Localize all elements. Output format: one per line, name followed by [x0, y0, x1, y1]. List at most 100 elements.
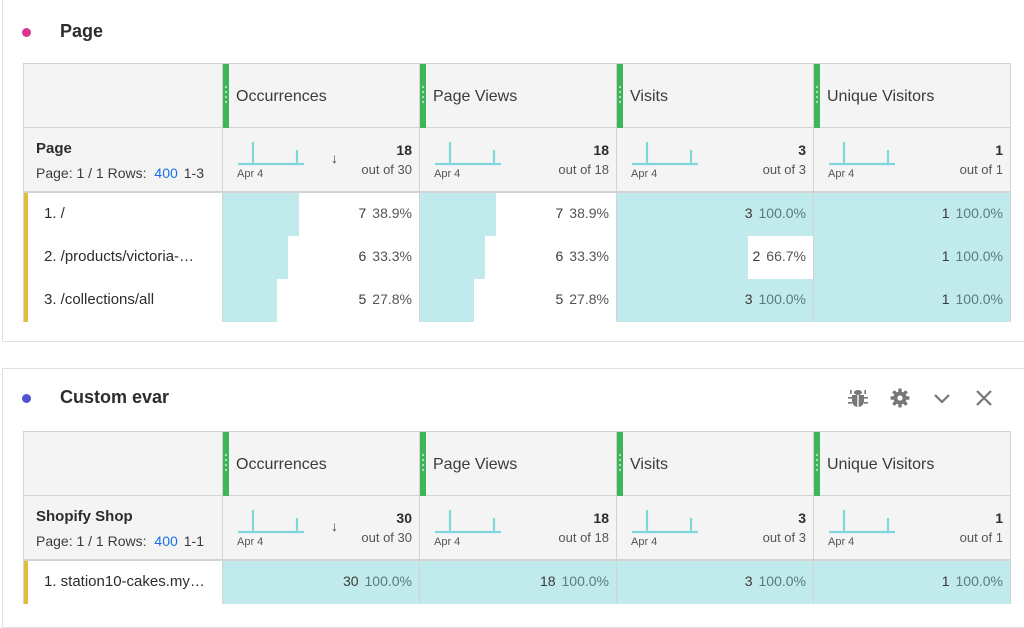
metric-cell[interactable]: 3 100.0%: [616, 561, 813, 604]
sort-desc-icon[interactable]: ↓: [331, 150, 338, 166]
metric-out-of: out of 18: [558, 162, 609, 177]
pager: Page: 1 / 1 Rows: 400 1-1: [36, 533, 204, 549]
sparkline: [829, 510, 895, 534]
sparkline: [238, 510, 304, 534]
metric-count: 3: [744, 573, 753, 589]
metric-percent: 100.0%: [955, 291, 1003, 307]
metric-total: 1: [995, 142, 1003, 158]
summary-row: Page Page: 1 / 1 Rows: 400 1-3 Apr 4 ↓ 18…: [24, 128, 1010, 192]
metric-value: 7 38.9%: [359, 205, 413, 221]
table-row[interactable]: 3. /collections/all 5 27.8% 5 27.8% 3 100.0…: [24, 278, 1010, 322]
drag-handle-icon[interactable]: [223, 64, 229, 128]
metric-cell[interactable]: 6 33.3%: [419, 236, 616, 279]
metric-total: 1: [995, 510, 1003, 526]
metric-cell[interactable]: 2 66.7%: [616, 236, 813, 279]
freeform-panel-custom-evar: Custom evar Occurrences Page Views Visit…: [2, 368, 1024, 628]
sparkline: [435, 142, 501, 166]
metric-cell[interactable]: 6 33.3%: [222, 236, 419, 279]
table-row[interactable]: 2. /products/victoria-… 6 33.3% 6 33.3% 26…: [24, 235, 1010, 279]
metric-header-occurrences[interactable]: Occurrences: [222, 64, 419, 128]
drag-handle-icon[interactable]: [617, 432, 623, 496]
metric-value: 18 100.0%: [540, 573, 609, 589]
drag-handle-icon[interactable]: [814, 64, 820, 128]
sparkline-date: Apr 4: [828, 536, 855, 548]
percent-bar: [617, 236, 748, 279]
metric-out-of: out of 30: [361, 530, 412, 545]
table-body: 1. / 7 38.9% 7 38.9% 3 100.0% 1 100.0% 2. /p…: [24, 192, 1010, 322]
summary-cell: Apr 4 3 out of 3: [616, 128, 813, 192]
table-row[interactable]: 1. / 7 38.9% 7 38.9% 3 100.0% 1 100.0%: [24, 192, 1010, 236]
metric-header-unique-visitors[interactable]: Unique Visitors: [813, 432, 1010, 496]
metric-count: 1: [941, 205, 950, 221]
dimension-name: Shopify Shop: [36, 508, 133, 525]
metric-total: 3: [798, 510, 806, 526]
metric-cell[interactable]: 3 100.0%: [616, 193, 813, 236]
metric-count: 3: [744, 291, 753, 307]
metric-cell[interactable]: 5 27.8%: [419, 279, 616, 322]
metric-header-occurrences[interactable]: Occurrences: [222, 432, 419, 496]
metric-header-page-views[interactable]: Page Views: [419, 64, 616, 128]
metric-value: 6 33.3%: [556, 248, 610, 264]
metric-count: 18: [539, 573, 556, 589]
drag-handle-icon[interactable]: [223, 432, 229, 496]
metric-percent: 100.0%: [955, 205, 1003, 221]
drag-handle-icon[interactable]: [617, 64, 623, 128]
sparkline: [435, 510, 501, 534]
close-icon[interactable]: [971, 387, 997, 409]
panel-color-dot: [22, 28, 31, 37]
metric-value: 2 66.7%: [753, 248, 807, 264]
sparkline: [632, 142, 698, 166]
rows-per-page-link[interactable]: 400: [154, 165, 177, 181]
metric-header-unique-visitors[interactable]: Unique Visitors: [813, 64, 1010, 128]
gear-icon[interactable]: [887, 387, 913, 409]
metric-count: 6: [555, 248, 564, 264]
metric-name: Unique Visitors: [827, 88, 935, 105]
bug-icon[interactable]: [845, 387, 871, 409]
row-dimension-item[interactable]: 1. /: [24, 193, 222, 236]
metric-value: 1 100.0%: [942, 573, 1003, 589]
chevron-down-icon[interactable]: [929, 387, 955, 409]
rows-per-page-link[interactable]: 400: [154, 533, 177, 549]
metric-cell[interactable]: 1 100.0%: [813, 236, 1010, 279]
drag-handle-icon[interactable]: [420, 64, 426, 128]
summary-cell: Apr 4 18 out of 18: [419, 496, 616, 560]
metric-cell[interactable]: 1 100.0%: [813, 279, 1010, 322]
metric-count: 3: [744, 205, 753, 221]
metric-value: 5 27.8%: [359, 291, 413, 307]
row-range: 1-1: [183, 533, 204, 549]
dimension-header: Page Page: 1 / 1 Rows: 400 1-3: [24, 128, 222, 192]
panel-title: Custom evar: [60, 387, 170, 407]
summary-cell: Apr 4 3 out of 3: [616, 496, 813, 560]
metric-header-visits[interactable]: Visits: [616, 432, 813, 496]
row-dimension-item[interactable]: 1. station10-cakes.my…: [24, 561, 222, 604]
sort-desc-icon[interactable]: ↓: [331, 518, 338, 534]
metric-cell[interactable]: 1 100.0%: [813, 193, 1010, 236]
pager: Page: 1 / 1 Rows: 400 1-3: [36, 165, 204, 181]
metric-header-row: Occurrences Page Views Visits Unique Vis…: [24, 432, 1010, 496]
metric-cell[interactable]: 3 100.0%: [616, 279, 813, 322]
metric-cell[interactable]: 18 100.0%: [419, 561, 616, 604]
summary-cell: Apr 4 ↓ 30 out of 30: [222, 496, 419, 560]
row-dimension-item[interactable]: 3. /collections/all: [24, 279, 222, 322]
metric-value: 30 100.0%: [343, 573, 412, 589]
metric-count: 5: [358, 291, 367, 307]
drag-handle-icon[interactable]: [814, 432, 820, 496]
row-label: 1. station10-cakes.my…: [44, 573, 205, 590]
row-dimension-item[interactable]: 2. /products/victoria-…: [24, 236, 222, 279]
metric-percent: 100.0%: [561, 573, 609, 589]
metric-cell[interactable]: 7 38.9%: [419, 193, 616, 236]
sparkline-date: Apr 4: [237, 168, 264, 180]
metric-header-visits[interactable]: Visits: [616, 64, 813, 128]
metric-percent: 66.7%: [766, 248, 806, 264]
metric-cell[interactable]: 30 100.0%: [222, 561, 419, 604]
metric-percent: 38.9%: [569, 205, 609, 221]
drag-handle-icon[interactable]: [420, 432, 426, 496]
metric-cell[interactable]: 1 100.0%: [813, 561, 1010, 604]
metric-cell[interactable]: 5 27.8%: [222, 279, 419, 322]
metric-percent: 27.8%: [569, 291, 609, 307]
metric-total: 18: [396, 142, 412, 158]
row-label: 1. /: [44, 205, 65, 222]
metric-header-page-views[interactable]: Page Views: [419, 432, 616, 496]
table-row[interactable]: 1. station10-cakes.my… 30 100.0% 18 100.0%…: [24, 560, 1010, 604]
metric-cell[interactable]: 7 38.9%: [222, 193, 419, 236]
